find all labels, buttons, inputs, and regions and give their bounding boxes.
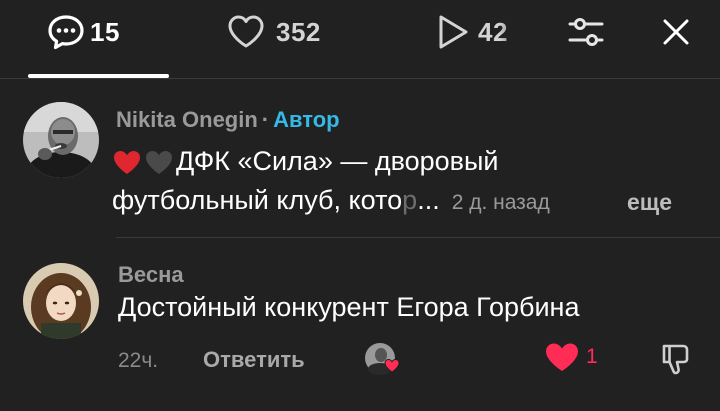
tab-comments[interactable]: 15 [46,8,120,56]
tabs-divider [0,78,720,79]
black-heart-icon [146,150,172,174]
sliders-icon [568,18,604,46]
author-name[interactable]: Nikita Onegin [116,107,258,133]
author-line: Nikita Onegin · Автор [116,107,340,133]
comment-text[interactable]: ДФК «Сила» — дворовый футбольный клуб, к… [112,142,702,222]
reply-button[interactable]: Ответить [203,347,305,373]
comment-item: Nikita Onegin · Автор ДФК «Сила» — дворо… [0,80,720,240]
like-button[interactable]: 1 [544,341,598,373]
filter-button[interactable] [566,12,606,52]
comment-text[interactable]: Достойный конкурент Егора Горбина [118,292,579,323]
author-name[interactable]: Весна [118,262,184,288]
avatar-illustration [23,263,99,339]
comment-panel-tabs: 15 352 42 [0,0,720,78]
comment-time: 2 д. назад [451,191,550,214]
comment-bubble-icon [48,15,84,50]
avatar-photo [23,102,99,178]
comments-count: 15 [90,16,120,47]
comment-time: 22ч. [118,349,159,372]
creator-liked-icon [365,343,400,375]
comment-divider [116,237,720,238]
red-heart-icon [114,150,140,174]
close-button[interactable] [656,12,696,52]
author-badge: Автор [273,107,340,132]
more-button[interactable]: еще [627,189,672,216]
views-fade-overlay [500,14,534,50]
heart-outline-icon [228,15,264,48]
heart-filled-icon [546,343,578,371]
author-separator: · [261,107,270,132]
comment-text-line1: ДФК «Сила» — дворовый [176,146,499,176]
likes-count: 352 [276,16,321,47]
comment-text-line2: футбольный клуб, кото [112,185,403,215]
tab-likes[interactable]: 352 [226,8,321,56]
like-count: 1 [586,345,598,368]
dislike-thumb-icon[interactable] [658,340,694,376]
comment-item: Весна Достойный конкурент Егора Горбина … [0,240,720,411]
comment-text-fade: р [402,185,418,215]
comment-ellipsis: ... [417,185,440,215]
close-icon [663,19,689,45]
play-outline-icon [439,15,468,49]
avatar[interactable] [23,102,99,178]
avatar[interactable] [23,263,99,339]
